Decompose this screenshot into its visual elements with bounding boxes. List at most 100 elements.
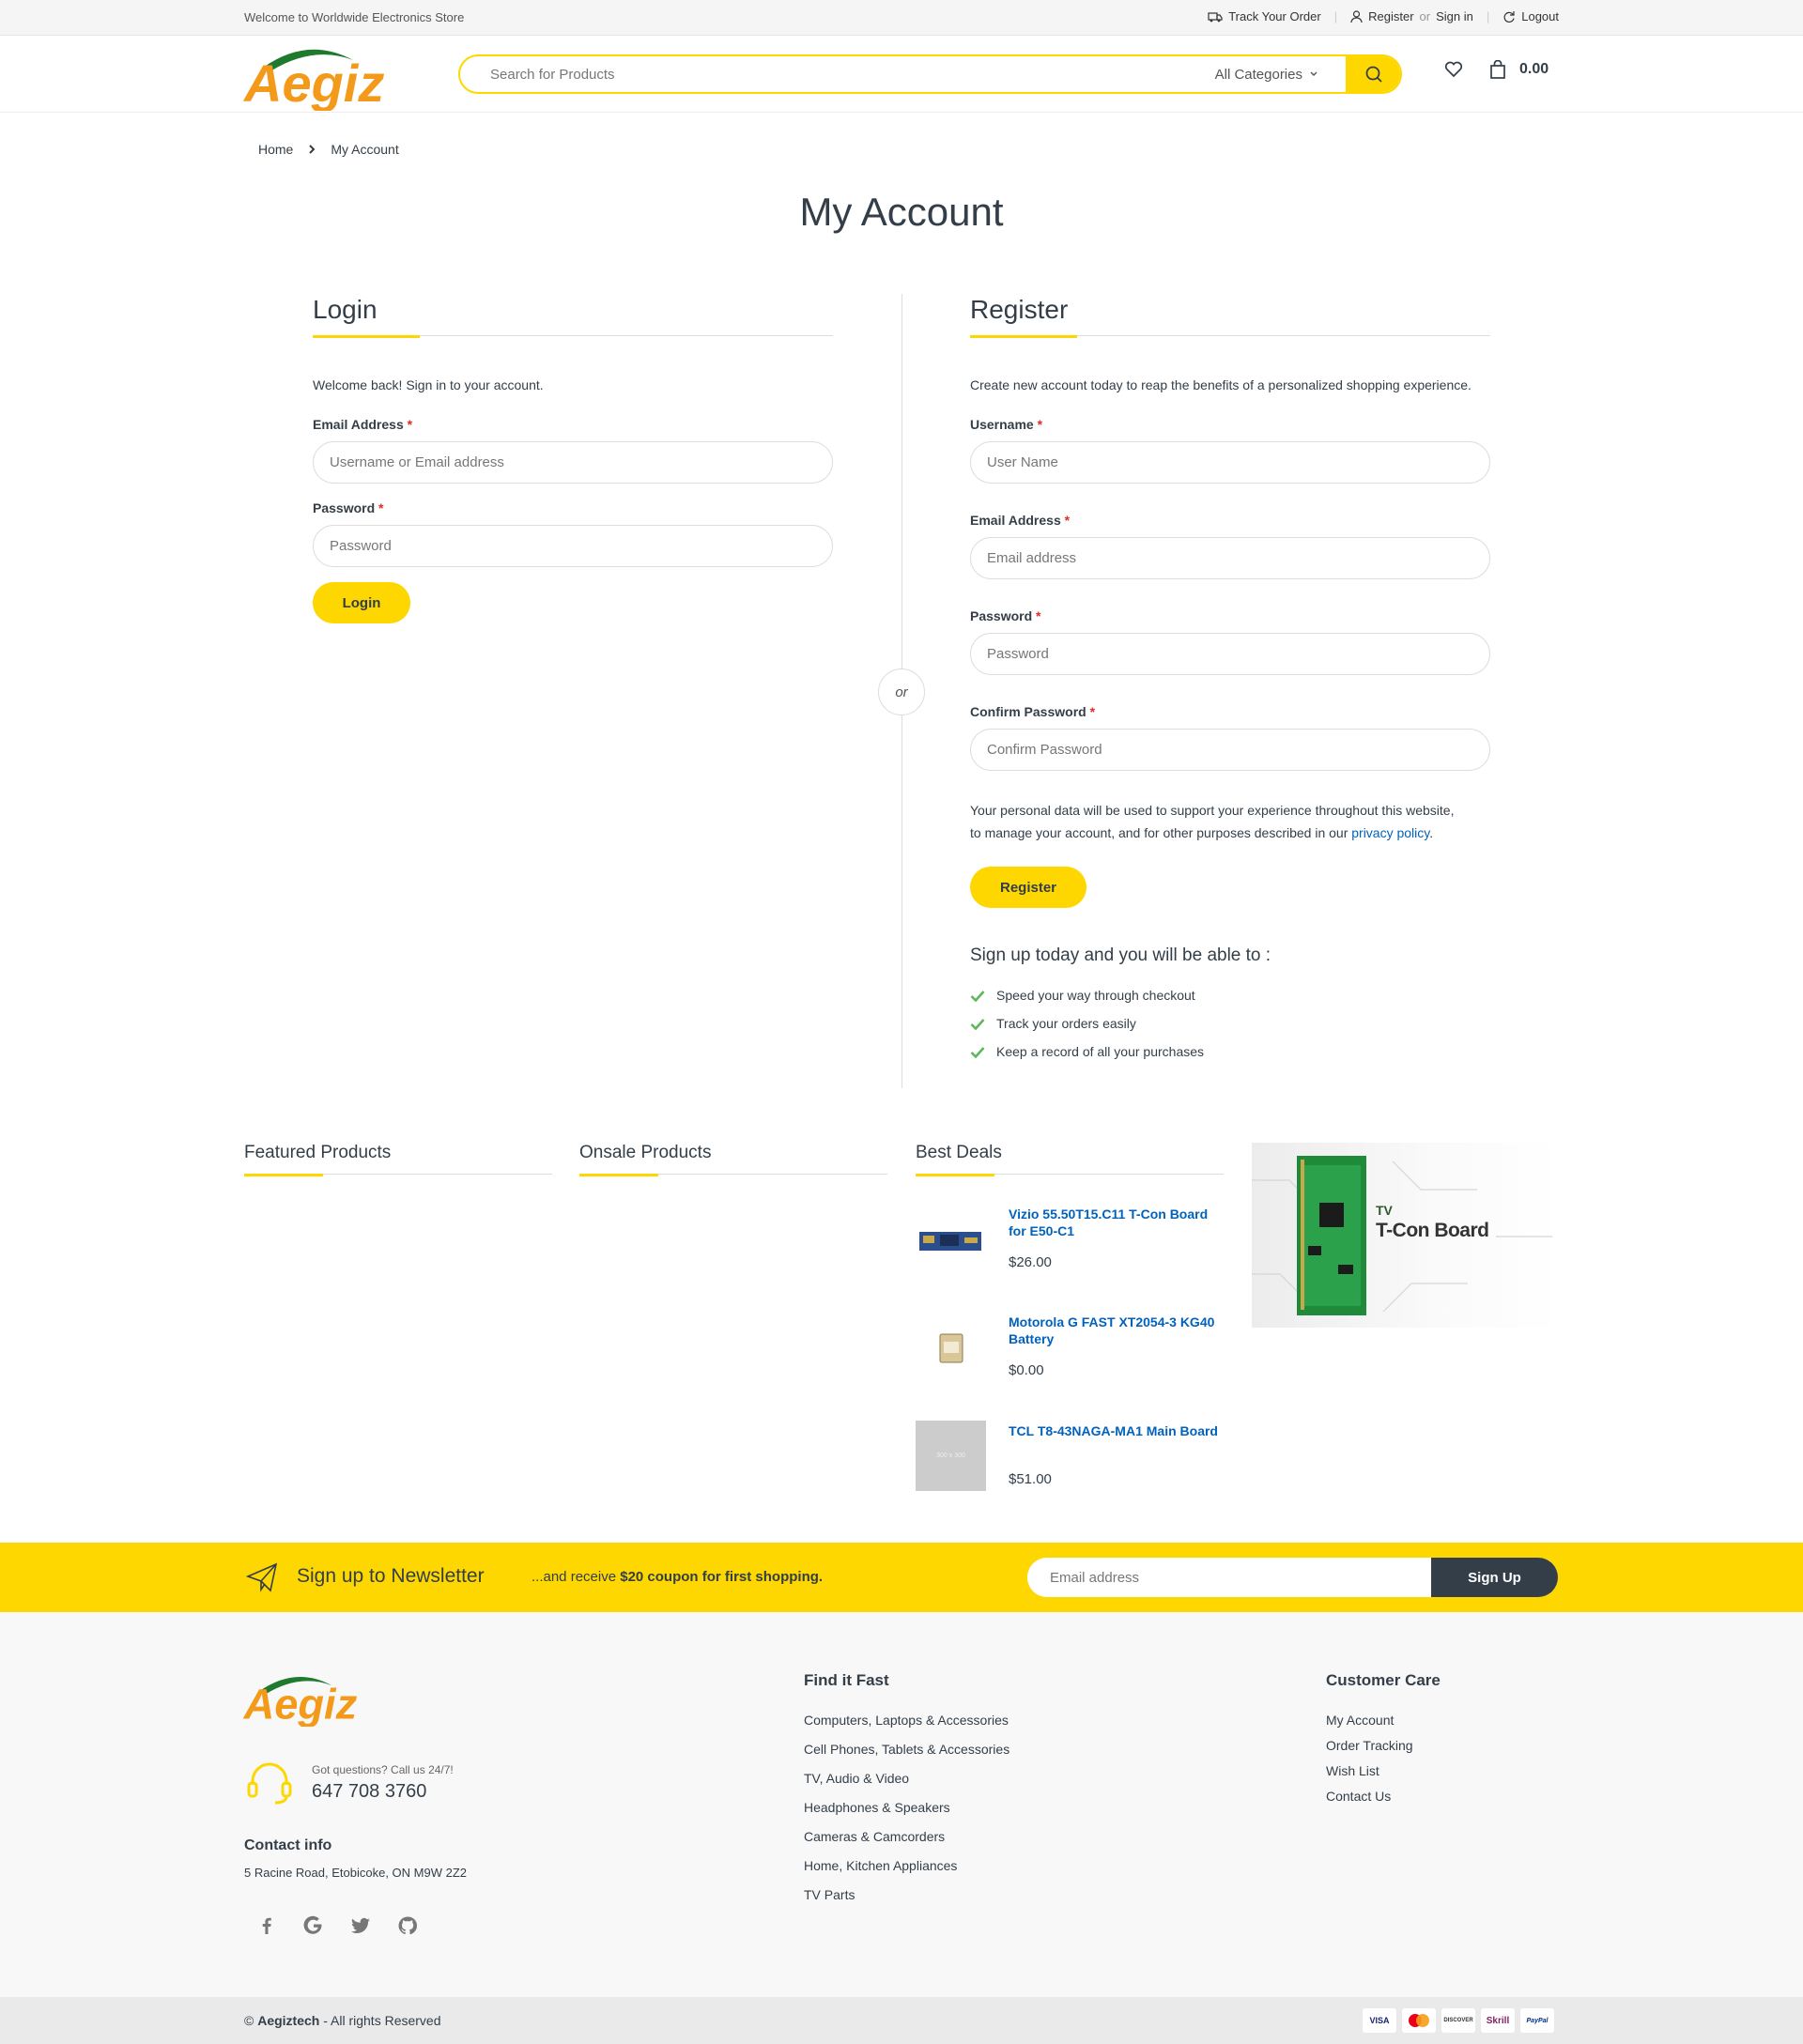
product-name[interactable]: TCL T8-43NAGA-MA1 Main Board [1009,1422,1225,1439]
user-icon [1350,9,1363,23]
logout-link[interactable]: Logout [1502,9,1559,23]
best-deals-section: Best Deals [916,1143,1224,1176]
login-email-field[interactable] [313,441,833,484]
heart-icon[interactable] [1444,61,1463,78]
register-username-field[interactable] [970,441,1490,484]
headset-icon [247,1762,292,1805]
site-logo[interactable]: Aegiz [242,39,389,114]
footer-link[interactable]: My Account [1326,1708,1413,1733]
visa-icon: VISA [1363,2008,1396,2033]
login-section: Login Welcome back! Sign in to your acco… [313,295,833,623]
shopping-bag-icon [1490,60,1505,79]
newsletter-email-input[interactable] [1027,1558,1431,1597]
footer-link[interactable]: Cameras & Camcorders [804,1822,1009,1852]
twitter-icon[interactable] [349,1914,372,1937]
footer-link[interactable]: Order Tracking [1326,1733,1413,1759]
search-button[interactable] [1346,56,1400,92]
search-bar: All Categories [458,54,1402,94]
footer-link[interactable]: Contact Us [1326,1784,1413,1809]
site-header: Aegiz All Categories 0.00 [0,36,1803,113]
featured-heading[interactable]: Featured Products [244,1143,552,1163]
best-deals-heading[interactable]: Best Deals [916,1143,1224,1163]
customer-care-links: My Account Order Tracking Wish List Cont… [1326,1708,1413,1809]
register-password-field[interactable] [970,633,1490,675]
contact-heading: Contact info [244,1837,332,1853]
footer-logo[interactable]: Aegiz [242,1668,361,1729]
facebook-icon[interactable] [255,1914,278,1937]
chevron-right-icon [309,145,316,154]
login-password-field[interactable] [313,525,833,567]
privacy-notice: Your personal data will be used to suppo… [970,803,1455,840]
copyright-brand[interactable]: Aegiztech [257,2013,319,2028]
register-heading-underline [970,335,1490,338]
account-links: Register or Sign in [1350,9,1473,23]
banner-small-text: TV [1376,1203,1393,1218]
newsletter-bar: Sign up to Newsletter ...and receive $20… [0,1543,1803,1612]
breadcrumb: Home My Account [258,142,399,157]
breadcrumb-current: My Account [331,142,399,157]
product-thumbnail[interactable] [917,1226,983,1256]
footer-link[interactable]: TV Parts [804,1881,1009,1910]
product-card[interactable]: Motorola G FAST XT2054-3 KG40 Battery $0.… [916,1312,1225,1406]
benefit-item: Speed your way through checkout [970,981,1490,1009]
skrill-icon: Skrill [1481,2008,1515,2033]
footer-logo-image: Aegiz [243,1676,358,1729]
top-links: Track Your Order | Register or Sign in |… [1208,9,1559,23]
footer-link[interactable]: Wish List [1326,1759,1413,1784]
product-card[interactable]: 300 x 300 TCL T8-43NAGA-MA1 Main Board $… [916,1421,1225,1496]
register-button[interactable]: Register [970,867,1086,908]
footer-link[interactable]: TV, Audio & Video [804,1764,1009,1793]
product-card[interactable]: Vizio 55.50T15.C11 T-Con Board for E50-C1… [916,1204,1225,1298]
svg-text:Aegiz: Aegiz [242,54,384,111]
onsale-heading[interactable]: Onsale Products [579,1143,887,1163]
register-confirm-field[interactable] [970,729,1490,771]
product-thumbnail[interactable] [938,1332,964,1364]
sign-in-link[interactable]: Sign in [1436,9,1473,23]
newsletter-signup-button[interactable]: Sign Up [1431,1558,1558,1597]
search-input[interactable] [460,56,1215,92]
benefit-item: Keep a record of all your purchases [970,1037,1490,1066]
truck-icon [1208,11,1223,22]
site-footer: Aegiz Got questions? Call us 24/7! 647 7… [0,1612,1803,1997]
support-caption: Got questions? Call us 24/7! [312,1763,454,1776]
support-phone[interactable]: 647 708 3760 [312,1781,426,1803]
register-email-field[interactable] [970,537,1490,579]
footer-link[interactable]: Computers, Laptops & Accessories [804,1706,1009,1735]
register-intro: Create new account today to reap the ben… [970,377,1472,392]
product-name[interactable]: Vizio 55.50T15.C11 T-Con Board for E50-C1 [1009,1206,1225,1239]
register-section: Register Create new account today to rea… [970,295,1490,1066]
register-link[interactable]: Register [1368,9,1413,23]
social-icons [255,1914,419,1937]
google-icon[interactable] [302,1914,325,1937]
signup-benefits-heading: Sign up today and you will be able to : [970,945,1271,965]
product-price: $0.00 [1009,1362,1044,1378]
product-price: $26.00 [1009,1254,1052,1270]
cart-total: 0.00 [1519,61,1549,77]
promo-banner[interactable]: TV T-Con Board [1252,1143,1559,1328]
track-order-link[interactable]: Track Your Order [1208,9,1321,23]
category-select[interactable]: All Categories [1215,67,1346,83]
cart-button[interactable]: 0.00 [1489,60,1549,79]
product-name[interactable]: Motorola G FAST XT2054-3 KG40 Battery [1009,1314,1225,1347]
benefit-item: Track your orders easily [970,1009,1490,1037]
featured-products-section: Featured Products [244,1143,552,1176]
customer-care-heading: Customer Care [1326,1671,1441,1689]
github-icon[interactable] [396,1914,419,1937]
product-price: $51.00 [1009,1471,1052,1487]
footer-link[interactable]: Home, Kitchen Appliances [804,1852,1009,1881]
copyright-bar: © Aegiztech - All rights Reserved VISA D… [0,1997,1803,2044]
footer-link[interactable]: Cell Phones, Tablets & Accessories [804,1735,1009,1764]
check-icon [970,1018,985,1030]
login-button[interactable]: Login [313,582,410,623]
product-thumbnail-placeholder[interactable]: 300 x 300 [916,1421,986,1491]
footer-link[interactable]: Headphones & Speakers [804,1793,1009,1822]
find-it-fast-links: Computers, Laptops & Accessories Cell Ph… [804,1706,1009,1910]
newsletter-title: Sign up to Newsletter [297,1565,485,1587]
register-password-label: Password * [970,608,1041,623]
privacy-policy-link[interactable]: privacy policy [1351,825,1429,840]
check-icon [970,1046,985,1058]
login-heading-underline [313,335,833,338]
breadcrumb-home[interactable]: Home [258,142,293,157]
register-heading: Register [970,295,1069,324]
newsletter-subtitle: ...and receive $20 coupon for first shop… [532,1569,824,1585]
